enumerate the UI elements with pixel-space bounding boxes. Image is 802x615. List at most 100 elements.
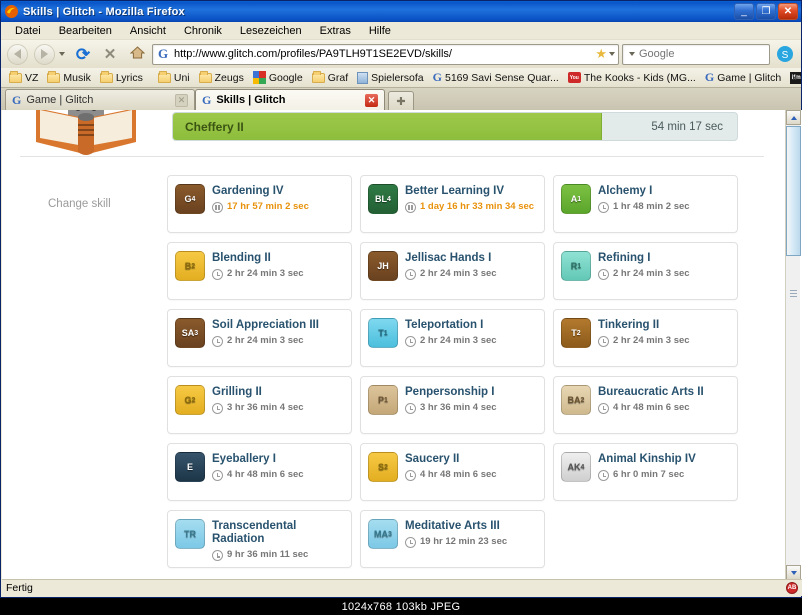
glitch-icon: G	[705, 70, 714, 85]
stop-icon: ✕	[104, 47, 117, 62]
scroll-up-button[interactable]	[786, 110, 801, 125]
menu-item-hilfe[interactable]: Hilfe	[360, 24, 400, 38]
bookmark-graf[interactable]: Graf	[308, 71, 352, 85]
search-bar[interactable]	[622, 44, 770, 65]
menu-item-lesezeichen[interactable]: Lesezeichen	[231, 24, 311, 38]
bookmark-label: Lyrics	[116, 72, 143, 84]
skill-card[interactable]: P1Penpersonship I3 hr 36 min 4 sec	[360, 376, 545, 434]
bookmarks-overflow-icon[interactable]: »	[792, 72, 798, 84]
current-skill-progress-bar[interactable]: Cheffery II 54 min 17 sec	[172, 112, 738, 141]
firefox-window: Skills | Glitch - Mozilla Firefox _ ❐ ✕ …	[0, 0, 802, 598]
skill-card[interactable]: G4Gardening IV17 hr 57 min 2 sec	[167, 175, 352, 233]
change-skill-label[interactable]: Change skill	[48, 198, 111, 210]
skill-card[interactable]: TRTranscendental Radiation9 hr 36 min 11…	[167, 510, 352, 568]
search-input[interactable]	[639, 48, 781, 60]
skill-time-row: 3 hr 36 min 4 sec	[212, 402, 344, 414]
home-button[interactable]	[125, 43, 149, 65]
back-button[interactable]	[5, 43, 29, 65]
skill-card[interactable]: MA3Meditative Arts III19 hr 12 min 23 se…	[360, 510, 545, 568]
address-bar[interactable]: G http://www.glitch.com/profiles/PA9TLH9…	[152, 44, 619, 65]
skill-card[interactable]: SA3Soil Appreciation III2 hr 24 min 3 se…	[167, 309, 352, 367]
menu-item-extras[interactable]: Extras	[311, 24, 360, 38]
skill-time: 2 hr 24 min 3 sec	[227, 268, 304, 280]
skill-name: Better Learning IV	[405, 185, 537, 198]
clock-icon	[212, 470, 223, 481]
search-engine-dropdown-icon[interactable]	[629, 52, 635, 56]
skill-time: 2 hr 24 min 3 sec	[420, 268, 497, 280]
skill-card[interactable]: A1Alchemy I1 hr 48 min 2 sec	[553, 175, 738, 233]
skill-card[interactable]: T1Teleportation I2 hr 24 min 3 sec	[360, 309, 545, 367]
skill-time: 1 day 16 hr 33 min 34 sec	[420, 201, 534, 213]
bookmark-google[interactable]: Google	[249, 70, 307, 85]
skill-card[interactable]: AK4Animal Kinship IV6 hr 0 min 7 sec	[553, 443, 738, 501]
skill-time: 2 hr 24 min 3 sec	[227, 335, 304, 347]
bookmark-label: Game | Glitch	[717, 72, 781, 84]
skill-name: Bureaucratic Arts II	[598, 386, 730, 399]
tab-game-glitch[interactable]: G Game | Glitch ✕	[5, 89, 195, 110]
skill-card[interactable]: S2Saucery II4 hr 48 min 6 sec	[360, 443, 545, 501]
page-scrollbar[interactable]	[785, 110, 800, 580]
bookmarks-toolbar: VZ Musik Lyrics Uni Zeugs Google Graf Sp…	[1, 68, 801, 88]
menu-item-chronik[interactable]: Chronik	[175, 24, 231, 38]
clock-icon	[598, 336, 609, 347]
page-viewport: Change skill Cheffery II 54 min 17 sec G…	[2, 110, 802, 580]
skill-card-body: Teleportation I2 hr 24 min 3 sec	[405, 318, 537, 347]
tab-close-icon[interactable]: ✕	[365, 94, 378, 107]
bookmark-spielersofa[interactable]: Spielersofa	[353, 71, 428, 85]
stop-button[interactable]: ✕	[98, 43, 122, 65]
skill-time: 1 hr 48 min 2 sec	[613, 201, 690, 213]
skill-card[interactable]: BL4Better Learning IV1 day 16 hr 33 min …	[360, 175, 545, 233]
skill-card[interactable]: JHJellisac Hands I2 hr 24 min 3 sec	[360, 242, 545, 300]
clock-icon	[212, 336, 223, 347]
tab-skills-glitch[interactable]: G Skills | Glitch ✕	[195, 89, 385, 110]
skill-card-body: Alchemy I1 hr 48 min 2 sec	[598, 184, 730, 213]
reload-button[interactable]: ⟳	[71, 43, 95, 65]
skill-card-body: Penpersonship I3 hr 36 min 4 sec	[405, 385, 537, 414]
scroll-down-button[interactable]	[786, 565, 801, 580]
glitch-icon: G	[202, 93, 211, 108]
skill-card[interactable]: BA2Bureaucratic Arts II4 hr 48 min 6 sec	[553, 376, 738, 434]
skill-card[interactable]: G2Grilling II3 hr 36 min 4 sec	[167, 376, 352, 434]
skill-card[interactable]: EEyeballery I4 hr 48 min 6 sec	[167, 443, 352, 501]
bookmark-label: Zeugs	[215, 72, 244, 84]
address-dropdown-icon[interactable]	[609, 52, 615, 56]
bookmark-uni[interactable]: Uni	[154, 71, 194, 85]
scrollbar-thumb[interactable]	[786, 126, 801, 256]
adblock-icon[interactable]: AB	[786, 582, 798, 594]
bookmark-label: Spielersofa	[371, 72, 424, 84]
skill-name: Gardening IV	[212, 185, 344, 198]
bookmark-musik[interactable]: Musik	[43, 71, 94, 85]
close-button[interactable]: ✕	[778, 3, 798, 20]
skill-time: 2 hr 24 min 3 sec	[613, 335, 690, 347]
skill-name: Saucery II	[405, 453, 537, 466]
bookmark-savi-sense-quar[interactable]: G5169 Savi Sense Quar...	[429, 69, 563, 86]
skill-badge-icon: S2	[368, 452, 398, 482]
bookmark-the-kooks[interactable]: YouThe Kooks - Kids (MG...	[564, 71, 700, 85]
bookmark-vz[interactable]: VZ	[5, 71, 42, 85]
history-dropdown-icon[interactable]	[59, 52, 65, 56]
menu-item-bearbeiten[interactable]: Bearbeiten	[50, 24, 121, 38]
menu-item-ansicht[interactable]: Ansicht	[121, 24, 175, 38]
maximize-button[interactable]: ❐	[756, 3, 776, 20]
minimize-button[interactable]: _	[734, 3, 754, 20]
bookmark-game-glitch[interactable]: GGame | Glitch	[701, 69, 785, 86]
pause-icon	[212, 202, 223, 213]
bookmark-zeugs[interactable]: Zeugs	[195, 71, 248, 85]
menu-item-datei[interactable]: Datei	[6, 24, 50, 38]
forward-button[interactable]	[32, 43, 56, 65]
tab-strip: G Game | Glitch ✕ G Skills | Glitch ✕ ✚	[1, 88, 801, 110]
tab-close-icon[interactable]: ✕	[175, 94, 188, 107]
skill-time-row: 2 hr 24 min 3 sec	[598, 335, 730, 347]
new-tab-button[interactable]: ✚	[388, 91, 414, 110]
skill-card[interactable]: T2Tinkering II2 hr 24 min 3 sec	[553, 309, 738, 367]
clock-icon	[598, 202, 609, 213]
skype-button[interactable]: S	[773, 43, 797, 65]
window-title: Skills | Glitch - Mozilla Firefox	[23, 6, 185, 18]
bookmark-lyrics[interactable]: Lyrics	[96, 71, 147, 85]
status-text: Fertig	[6, 582, 33, 594]
clock-icon	[212, 403, 223, 414]
site-favicon-icon: G	[156, 47, 170, 61]
skill-card[interactable]: B2Blending II2 hr 24 min 3 sec	[167, 242, 352, 300]
bookmark-star-icon[interactable]: ★	[595, 46, 607, 62]
skill-card[interactable]: R1Refining I2 hr 24 min 3 sec	[553, 242, 738, 300]
